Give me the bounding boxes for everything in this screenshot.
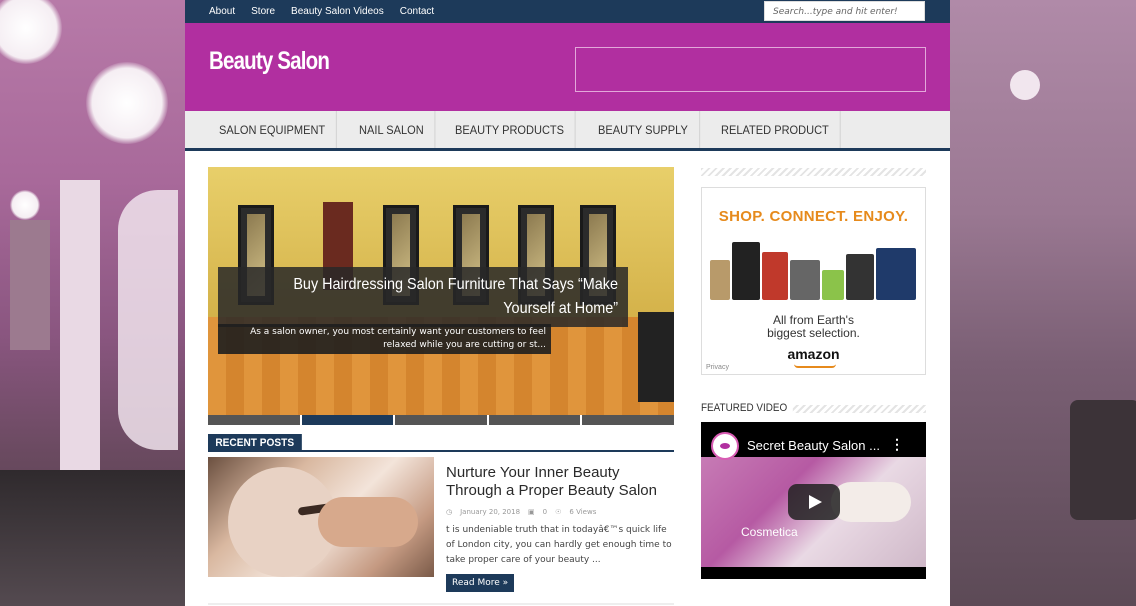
nav-beauty-supply[interactable]: BEAUTY SUPPLY bbox=[587, 111, 700, 148]
pillar bbox=[60, 180, 100, 510]
top-bar: About Store Beauty Salon Videos Contact … bbox=[185, 0, 950, 23]
topnav-contact[interactable]: Contact bbox=[400, 6, 434, 17]
channel-avatar-icon[interactable] bbox=[711, 432, 739, 460]
amazon-subtext-1: All from Earth's bbox=[773, 313, 854, 327]
post-thumbnail[interactable] bbox=[208, 457, 434, 577]
slider-dot[interactable] bbox=[395, 415, 487, 425]
slider-dot[interactable] bbox=[208, 415, 300, 425]
amazon-products-image bbox=[710, 230, 918, 300]
amazon-ad[interactable]: SHOP. CONNECT. ENJOY. All from Earth's b… bbox=[701, 187, 926, 375]
topnav-videos[interactable]: Beauty Salon Videos bbox=[291, 6, 384, 17]
counter bbox=[0, 470, 186, 606]
video-title[interactable]: Secret Beauty Salon ... bbox=[747, 438, 880, 453]
video-person bbox=[831, 482, 911, 522]
amazon-logo: amazon bbox=[787, 346, 840, 362]
top-nav: About Store Beauty Salon Videos Contact bbox=[209, 6, 450, 17]
slide-cabinet bbox=[638, 312, 674, 402]
post-comments[interactable]: 0 bbox=[543, 508, 547, 516]
amazon-privacy-link[interactable]: Privacy bbox=[706, 364, 729, 371]
lamp-light bbox=[0, 0, 62, 64]
nav-beauty-products[interactable]: BEAUTY PRODUCTS bbox=[444, 111, 576, 148]
featured-slider[interactable]: Buy Hairdressing Salon Furniture That Sa… bbox=[208, 167, 674, 415]
sidebar-stripe bbox=[775, 405, 926, 413]
clock-icon: ◷ bbox=[446, 508, 453, 516]
product-shape bbox=[710, 260, 730, 300]
site-logo[interactable]: Beauty Salon bbox=[209, 47, 330, 76]
featured-video-heading: FEATURED VIDEO bbox=[701, 402, 793, 414]
product-shape bbox=[822, 270, 844, 300]
salon-chair bbox=[1070, 400, 1136, 520]
post-views: 6 Views bbox=[569, 508, 597, 516]
topnav-about[interactable]: About bbox=[209, 6, 235, 17]
slider-pagination bbox=[208, 415, 674, 425]
nav-salon-equipment[interactable]: SALON EQUIPMENT bbox=[208, 111, 338, 148]
site-header: Beauty Salon bbox=[185, 23, 950, 111]
background-left-panel bbox=[0, 0, 186, 606]
section-divider bbox=[208, 450, 674, 452]
lamp-light bbox=[10, 190, 40, 220]
more-options-icon[interactable]: ⋮ bbox=[890, 436, 904, 453]
comment-icon: ▣ bbox=[528, 508, 535, 516]
amazon-subtext-2: biggest selection. bbox=[767, 326, 860, 340]
post-title[interactable]: Nurture Your Inner Beauty Through a Prop… bbox=[446, 464, 674, 500]
sidebar-stripe bbox=[701, 168, 926, 176]
thumbnail-hand bbox=[318, 497, 418, 547]
product-shape bbox=[846, 254, 874, 300]
product-shape bbox=[790, 260, 820, 300]
search-input[interactable]: Search...type and hit enter! bbox=[764, 1, 925, 21]
arch bbox=[118, 190, 178, 450]
lamp-light bbox=[86, 62, 168, 144]
amazon-headline: SHOP. CONNECT. ENJOY. bbox=[718, 208, 909, 225]
post-excerpt: t is undeniable truth that in todayâ€™s … bbox=[446, 525, 672, 565]
main-nav: SALON EQUIPMENT NAIL SALON BEAUTY PRODUC… bbox=[185, 111, 950, 151]
product-shape bbox=[732, 242, 760, 300]
page-container: About Store Beauty Salon Videos Contact … bbox=[185, 0, 950, 606]
video-channel-label: Cosmetica bbox=[741, 525, 798, 539]
amazon-smile-icon bbox=[794, 364, 836, 368]
featured-video-player[interactable]: Secret Beauty Salon ... ⋮ Cosmetica bbox=[701, 422, 926, 579]
background-right-panel bbox=[950, 0, 1136, 606]
nav-nail-salon[interactable]: NAIL SALON bbox=[348, 111, 436, 148]
play-button-icon[interactable] bbox=[788, 484, 840, 520]
video-bottom-bar bbox=[701, 567, 926, 579]
slide-caption[interactable]: Buy Hairdressing Salon Furniture That Sa… bbox=[218, 267, 628, 327]
slider-dot-active[interactable] bbox=[301, 415, 394, 425]
post-meta: ◷ January 20, 2018 ▣ 0 ☉ 6 Views bbox=[446, 508, 596, 516]
product-shape bbox=[762, 252, 788, 300]
slider-dot[interactable] bbox=[488, 415, 581, 425]
lamp-light bbox=[1010, 70, 1040, 100]
header-banner-ad[interactable] bbox=[575, 47, 926, 92]
slider-dot[interactable] bbox=[582, 415, 674, 425]
wall-sign bbox=[10, 220, 50, 350]
post-date: January 20, 2018 bbox=[460, 508, 521, 516]
eye-icon: ☉ bbox=[555, 508, 562, 516]
nav-related-product[interactable]: RELATED PRODUCT bbox=[710, 111, 841, 148]
topnav-store[interactable]: Store bbox=[251, 6, 275, 17]
read-more-button[interactable]: Read More » bbox=[446, 574, 515, 592]
slide-title[interactable]: Buy Hairdressing Salon Furniture That Sa… bbox=[267, 273, 618, 321]
slide-excerpt: As a salon owner, you most certainly wan… bbox=[218, 324, 551, 354]
product-shape bbox=[876, 248, 916, 300]
section-divider bbox=[208, 603, 674, 605]
